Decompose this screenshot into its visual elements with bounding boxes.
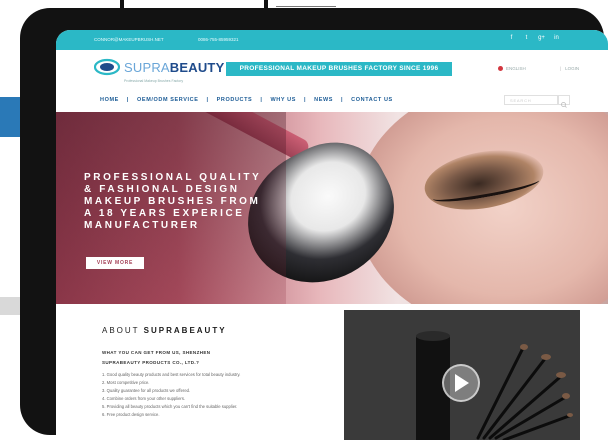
search-input[interactable]: SEARCH — [504, 95, 558, 105]
logo-suffix: BEAUTY — [169, 59, 225, 75]
nav-item-oem-odm-service[interactable]: OEM/ODM SERVICE — [137, 97, 198, 103]
nav-item-home[interactable]: HOME — [100, 97, 119, 103]
hero-headline-line: PROFESSIONAL QUALITY — [84, 172, 262, 183]
search-icon — [561, 102, 567, 108]
social-links: f t g+ in — [508, 35, 560, 42]
brush-bristle — [567, 413, 573, 417]
list-item: 3. Quality guarantee for all products we… — [102, 388, 191, 393]
list-item: 1. Good quality beauty products and best… — [102, 372, 241, 377]
contact-email[interactable]: CONNOR@MAKEUPBRUSH.NET — [94, 37, 164, 42]
view-more-button[interactable]: VIEW MORE — [86, 257, 144, 269]
background-device-line — [276, 6, 336, 7]
hero-headline-line: MAKEUP BRUSHES FROM — [84, 196, 261, 207]
brush-case-top — [416, 331, 450, 341]
hero-headline-line: MANUFACTURER — [84, 220, 200, 231]
list-item: 5. Providing all beauty products which y… — [102, 404, 238, 409]
nav-items: HOME | OEM/ODM SERVICE | PRODUCTS | WHY … — [100, 97, 393, 103]
hero-headline-line: A 18 YEARS EXPERICE — [84, 208, 245, 219]
logo-swoosh-icon — [94, 58, 120, 76]
twitter-icon[interactable]: t — [523, 35, 530, 42]
about-title-prefix: ABOUT — [102, 326, 140, 335]
search-button[interactable] — [558, 95, 570, 108]
nav-item-why-us[interactable]: WHY US — [270, 97, 296, 103]
nav-divider: | — [126, 97, 130, 103]
about-question: WHAT YOU CAN GET FROM US, SHENZHEN SUPRA… — [102, 348, 302, 368]
logo-prefix: SUPRA — [124, 59, 170, 75]
brush-set-image — [416, 331, 573, 440]
logo-tagline: Professional Makeup Brushes Factory — [124, 79, 184, 83]
site-logo[interactable]: SUPRABEAUTY — [94, 58, 224, 76]
play-icon — [455, 374, 469, 392]
about-question-line: SUPRABEAUTY PRODUCTS CO., LTD.? — [102, 360, 200, 365]
logo-text: SUPRABEAUTY — [124, 60, 224, 75]
about-benefit-list: 1. Good quality beauty products and best… — [102, 371, 312, 419]
tablet-frame: CONNOR@MAKEUPBRUSH.NET 0086-755-85959321… — [20, 8, 608, 440]
list-item: 4. Combine orders from your other suppli… — [102, 396, 186, 401]
nav-item-contact-us[interactable]: CONTACT US — [351, 97, 393, 103]
background-blue-block — [0, 97, 22, 137]
language-label: ENGLISH — [506, 66, 526, 71]
factory-banner: PROFESSIONAL MAKEUP BRUSHES FACTORY SINC… — [226, 62, 452, 76]
about-section: ABOUT SUPRABEAUTY WHAT YOU CAN GET FROM … — [56, 304, 608, 440]
divider: | — [560, 66, 562, 71]
website-screen: CONNOR@MAKEUPBRUSH.NET 0086-755-85959321… — [56, 30, 608, 440]
linkedin-icon[interactable]: in — [553, 35, 560, 42]
play-button[interactable] — [442, 364, 480, 402]
hero-slider[interactable]: PROFESSIONAL QUALITY & FASHIONAL DESIGN … — [56, 112, 608, 304]
top-contact-bar: CONNOR@MAKEUPBRUSH.NET 0086-755-85959321… — [56, 30, 608, 50]
hero-headline-line: & FASHIONAL DESIGN — [84, 184, 240, 195]
about-question-line: WHAT YOU CAN GET FROM US, SHENZHEN — [102, 350, 211, 355]
nav-divider: | — [303, 97, 307, 103]
about-title: ABOUT SUPRABEAUTY — [102, 326, 227, 335]
nav-item-products[interactable]: PRODUCTS — [217, 97, 253, 103]
flag-icon — [498, 66, 503, 71]
facebook-icon[interactable]: f — [508, 35, 515, 42]
brush-bristle — [520, 344, 528, 350]
nav-divider: | — [206, 97, 209, 103]
list-item: 6. Free product design service. — [102, 412, 160, 417]
list-item: 2. Most competitive price. — [102, 380, 150, 385]
login-link[interactable]: LOGIN — [565, 66, 579, 71]
about-video-player[interactable] — [344, 310, 580, 440]
about-title-brand: SUPRABEAUTY — [143, 326, 227, 335]
nav-divider: | — [341, 97, 344, 103]
hero-headline: PROFESSIONAL QUALITY & FASHIONAL DESIGN … — [84, 172, 314, 232]
language-selector[interactable]: ENGLISH — [498, 66, 526, 71]
brush-bristle — [562, 393, 570, 399]
brush-bristle — [556, 372, 566, 378]
brush-bristle — [541, 354, 551, 360]
google-plus-icon[interactable]: g+ — [538, 35, 545, 42]
nav-item-news[interactable]: NEWS — [314, 97, 333, 103]
login-area: | LOGIN — [556, 66, 579, 71]
nav-divider: | — [260, 97, 263, 103]
contact-phone: 0086-755-85959321 — [198, 37, 239, 42]
brush-handle-line — [476, 348, 524, 440]
main-navigation: HOME | OEM/ODM SERVICE | PRODUCTS | WHY … — [56, 90, 608, 112]
brand-header: SUPRABEAUTY Professional Makeup Brushes … — [56, 50, 608, 90]
